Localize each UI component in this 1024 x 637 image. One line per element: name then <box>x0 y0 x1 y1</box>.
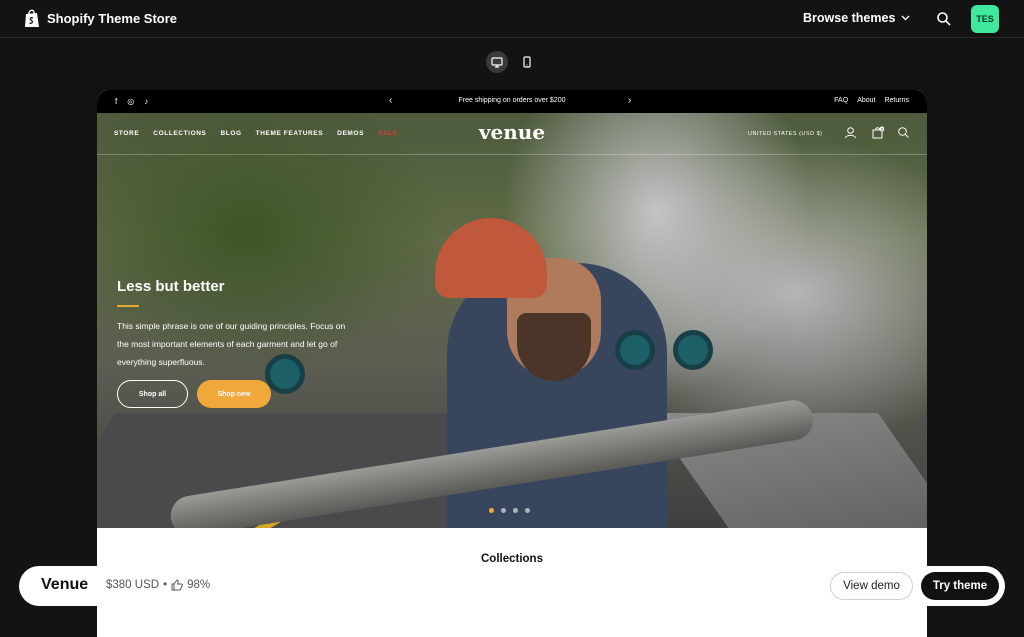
hero-divider <box>117 305 139 307</box>
try-theme-button[interactable]: Try theme <box>921 572 999 600</box>
theme-name: Venue <box>41 576 89 593</box>
desktop-view-toggle[interactable] <box>486 51 508 73</box>
price-separator: • <box>163 579 168 591</box>
shop-all-button[interactable]: Shop all <box>117 380 188 408</box>
theme-preview-frame: f ◎ ♪ ‹ Free shipping on orders over $20… <box>97 90 927 637</box>
country-selector[interactable]: UNITED STATES (USD $) <box>748 131 822 137</box>
view-demo-button[interactable]: View demo <box>830 572 913 600</box>
mobile-view-toggle[interactable] <box>516 51 538 73</box>
browse-themes-label: Browse themes <box>803 11 896 25</box>
brand-link[interactable]: Shopify Theme Store <box>24 9 177 28</box>
hero-image: Less but better This simple phrase is on… <box>97 113 927 528</box>
skateboard-wheel <box>673 330 713 370</box>
top-bar: Shopify Theme Store Browse themes TES <box>0 0 1024 38</box>
hero-body: This simple phrase is one of our guiding… <box>117 321 346 367</box>
slide-dot[interactable] <box>489 508 494 513</box>
faq-link[interactable]: FAQ <box>834 97 848 104</box>
store-search-icon[interactable] <box>897 126 910 139</box>
user-avatar[interactable]: TES <box>971 5 999 33</box>
returns-link[interactable]: Returns <box>884 97 909 104</box>
brand-name: Shopify Theme Store <box>47 11 178 26</box>
desktop-icon <box>491 56 503 68</box>
slide-dot[interactable] <box>525 508 530 513</box>
slide-dot[interactable] <box>501 508 506 513</box>
chevron-down-icon <box>901 15 910 21</box>
skateboard-wheel <box>615 330 655 370</box>
account-icon[interactable] <box>844 126 857 139</box>
announcement-text: Free shipping on orders over $200 <box>458 97 566 104</box>
about-link[interactable]: About <box>857 97 875 104</box>
cart-count: 0 <box>881 128 883 132</box>
theme-action-bar: Venue $380 USD • 98% View demo Try theme <box>19 566 1005 606</box>
shopify-bag-icon <box>25 9 39 27</box>
thumbs-up-icon <box>171 579 183 591</box>
chevron-right-icon[interactable]: › <box>628 95 631 106</box>
theme-rating: 98% <box>187 579 211 591</box>
browse-themes-dropdown[interactable]: Browse themes <box>803 11 910 25</box>
theme-price: $380 USD <box>106 579 160 591</box>
cart-icon[interactable]: 0 <box>871 126 884 139</box>
slideshow-dots <box>489 508 530 513</box>
shop-new-button[interactable]: Shop new <box>197 380 271 408</box>
utility-links: FAQ About Returns <box>834 97 909 104</box>
hero-title: Less but better <box>117 278 225 295</box>
theme-price-rating: $380 USD • 98% <box>106 579 210 591</box>
announcement-bar: f ◎ ♪ ‹ Free shipping on orders over $20… <box>97 90 927 113</box>
search-icon[interactable] <box>936 11 952 27</box>
store-header: STORE COLLECTIONS BLOG THEME FEATURES DE… <box>97 113 927 155</box>
mobile-icon <box>523 56 531 68</box>
slide-dot[interactable] <box>513 508 518 513</box>
collections-heading: Collections <box>481 553 543 565</box>
